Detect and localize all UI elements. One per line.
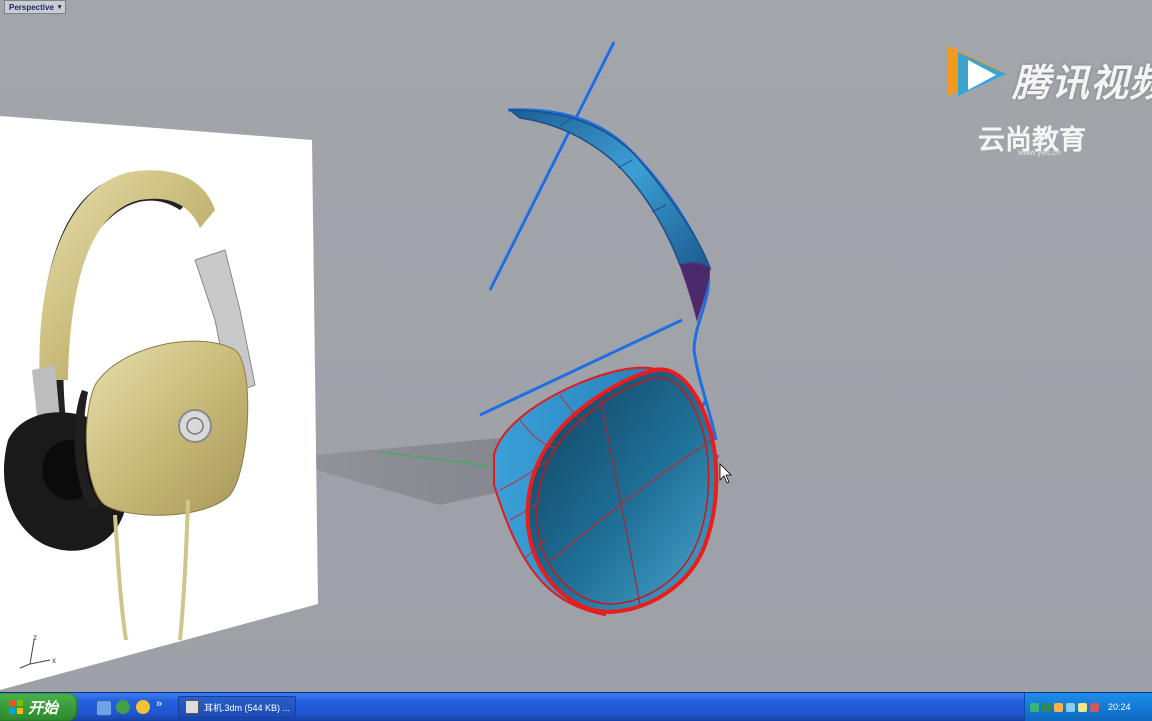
ie-icon[interactable] [116, 700, 130, 714]
windows-flag-icon [9, 700, 23, 714]
taskbar-window-button[interactable]: 耳机.3dm (544 KB) ... [178, 696, 296, 718]
media-icon[interactable] [136, 700, 150, 714]
watermark-url-text: www.yeo.cn [1018, 148, 1061, 157]
tray-monitor-icon[interactable] [1042, 702, 1051, 712]
rhino-app-icon [185, 700, 199, 714]
start-label: 开始 [28, 699, 59, 717]
tray-update-icon[interactable] [1090, 702, 1099, 712]
tray-chat-icon[interactable] [1066, 702, 1075, 712]
system-tray: 20:24 [1024, 693, 1152, 721]
mouse-cursor-icon [719, 463, 732, 484]
tray-network-icon[interactable] [1030, 702, 1039, 712]
ground-shadow [316, 438, 500, 505]
desktop-icon[interactable] [96, 700, 112, 716]
rhino-perspective-viewport[interactable]: Perspective ▾ z x 腾讯视 云尚教育 www.yeo.cn [0, 0, 1152, 692]
play-logo-icon [948, 46, 1006, 96]
tray-security-icon[interactable] [1054, 702, 1063, 712]
taskbar-window-label: 耳机.3dm (544 KB) ... [204, 702, 291, 713]
start-button[interactable]: 开始 [0, 693, 78, 721]
watermark-brand-text: 腾讯视频 [1012, 63, 1152, 105]
ear-cup-surface[interactable] [493, 366, 719, 617]
headband-surface[interactable] [507, 109, 712, 322]
tray-volume-icon[interactable] [1078, 702, 1087, 712]
quick-launch-more-icon[interactable]: » [156, 698, 162, 710]
axis-x-label: x [52, 656, 56, 665]
video-watermark: 腾讯视频 云尚教育 www.yeo.cn [940, 38, 1152, 158]
windows-taskbar: 开始 » 耳机.3dm (544 KB) ... 20:24 [0, 692, 1152, 721]
reference-image-plane[interactable] [0, 116, 318, 690]
guide-line-1 [488, 41, 616, 291]
clock[interactable]: 20:24 [1108, 702, 1131, 712]
axis-z-label: z [33, 633, 37, 642]
